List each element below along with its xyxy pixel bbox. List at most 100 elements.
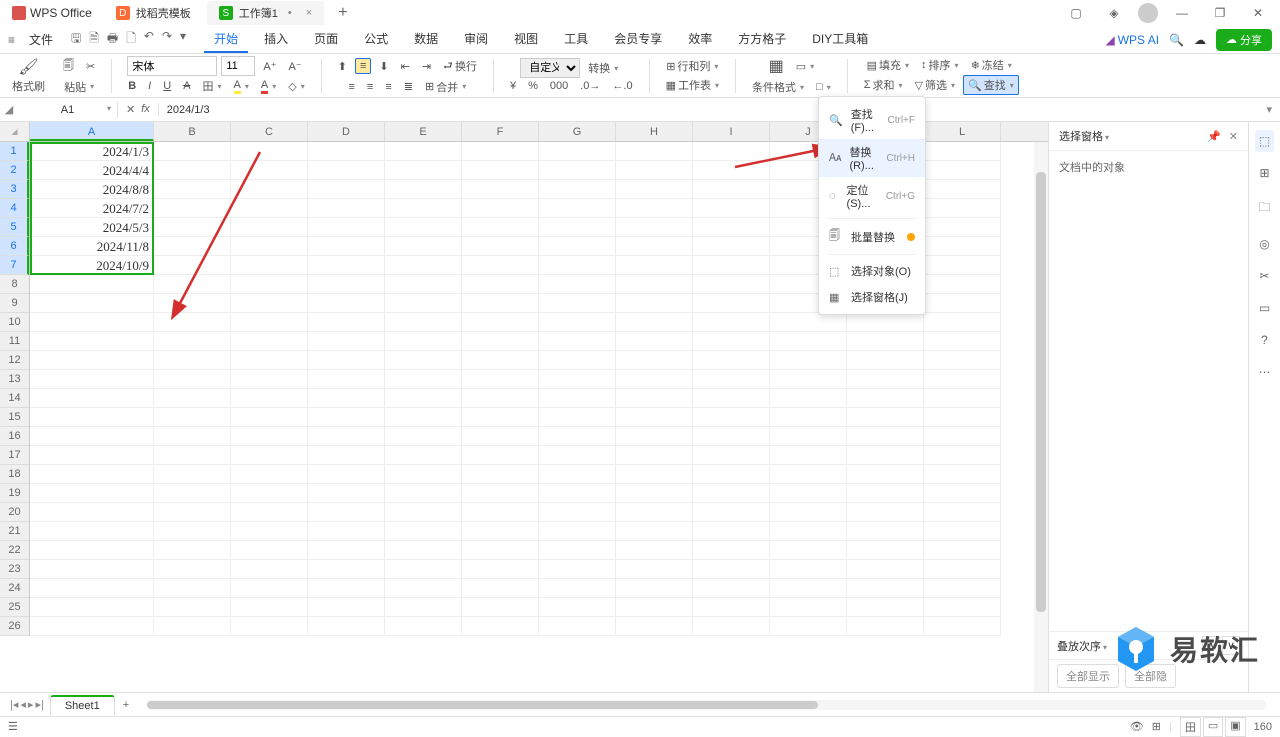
cell[interactable] — [231, 351, 308, 370]
indent-inc-icon[interactable]: ⇥ — [418, 59, 435, 74]
cell[interactable] — [616, 294, 693, 313]
column-header[interactable]: H — [616, 122, 693, 141]
row-header[interactable]: 2 — [0, 161, 29, 180]
cell[interactable] — [616, 617, 693, 636]
cell[interactable] — [770, 484, 847, 503]
cell[interactable] — [616, 446, 693, 465]
cell[interactable] — [847, 617, 924, 636]
cell[interactable] — [154, 142, 231, 161]
find-menu-item[interactable]: ⬚选择对象(O) — [819, 258, 925, 284]
cell[interactable] — [30, 370, 154, 389]
cell[interactable] — [385, 237, 462, 256]
font-size-input[interactable] — [221, 56, 255, 76]
cell[interactable] — [847, 370, 924, 389]
cell[interactable] — [539, 313, 616, 332]
cell[interactable] — [30, 313, 154, 332]
row-header[interactable]: 9 — [0, 294, 29, 313]
cell[interactable] — [308, 142, 385, 161]
cell[interactable]: 2024/10/9 — [30, 256, 154, 275]
align-middle-icon[interactable]: ≡ — [355, 58, 371, 74]
increase-font-icon[interactable]: A⁺ — [259, 59, 280, 74]
cell[interactable] — [924, 161, 1001, 180]
analyze-icon[interactable]: ◎ — [1255, 233, 1273, 255]
cell[interactable] — [616, 484, 693, 503]
cell[interactable] — [462, 218, 539, 237]
cell[interactable] — [308, 199, 385, 218]
cell[interactable] — [924, 446, 1001, 465]
cell[interactable] — [231, 446, 308, 465]
cell[interactable] — [462, 275, 539, 294]
cell[interactable] — [30, 465, 154, 484]
cell[interactable] — [308, 446, 385, 465]
cell[interactable] — [847, 598, 924, 617]
ribbon-tab[interactable]: 效率 — [678, 26, 722, 53]
normal-view-icon[interactable]: 田 — [1180, 717, 1201, 737]
cell[interactable] — [770, 503, 847, 522]
cell[interactable] — [385, 465, 462, 484]
cell[interactable] — [693, 408, 770, 427]
cell[interactable] — [154, 180, 231, 199]
column-header[interactable]: B — [154, 122, 231, 141]
cell[interactable] — [231, 218, 308, 237]
cancel-fx-icon[interactable]: ✕ — [126, 103, 135, 116]
cell[interactable] — [616, 522, 693, 541]
cell[interactable] — [924, 427, 1001, 446]
cell[interactable] — [616, 389, 693, 408]
cell[interactable] — [231, 256, 308, 275]
row-header[interactable]: 10 — [0, 313, 29, 332]
break-view-icon[interactable]: ▣ — [1225, 717, 1245, 737]
cell[interactable] — [385, 218, 462, 237]
fill-color-icon[interactable]: ◇ — [284, 79, 308, 94]
cell[interactable] — [231, 617, 308, 636]
cell[interactable] — [385, 351, 462, 370]
column-header[interactable]: D — [308, 122, 385, 141]
cell[interactable] — [231, 408, 308, 427]
cell[interactable] — [30, 351, 154, 370]
cell[interactable] — [693, 332, 770, 351]
cell[interactable] — [385, 370, 462, 389]
row-header[interactable]: 13 — [0, 370, 29, 389]
cell[interactable] — [385, 313, 462, 332]
column-header[interactable]: E — [385, 122, 462, 141]
form-icon[interactable]: ▭ — [1255, 297, 1274, 319]
cell[interactable] — [616, 256, 693, 275]
cell[interactable] — [462, 351, 539, 370]
cell[interactable] — [154, 351, 231, 370]
find-menu-item[interactable]: 🗛替换(R)...Ctrl+H — [819, 139, 925, 177]
cell[interactable] — [385, 560, 462, 579]
cell[interactable] — [462, 237, 539, 256]
cube-icon[interactable]: ◈ — [1100, 3, 1128, 23]
cell[interactable] — [385, 294, 462, 313]
hamburger-icon[interactable]: ≡ — [8, 33, 15, 47]
formula-expand-icon[interactable]: ▾ — [1258, 103, 1280, 116]
cell[interactable] — [154, 503, 231, 522]
cell[interactable] — [231, 560, 308, 579]
distribute-icon[interactable]: ≣ — [400, 79, 417, 94]
cell-style-icon[interactable]: ▭ — [792, 59, 818, 74]
horizontal-scrollbar[interactable] — [147, 700, 1266, 710]
cell[interactable] — [539, 142, 616, 161]
cell[interactable] — [924, 351, 1001, 370]
properties-icon[interactable]: ⊞ — [1255, 162, 1273, 184]
paste-button[interactable]: 粘贴 — [60, 78, 98, 96]
comma-icon[interactable]: 000 — [546, 79, 572, 93]
cell[interactable] — [462, 484, 539, 503]
worksheet-button[interactable]: ▦ 工作表 — [662, 76, 723, 94]
cell[interactable] — [616, 370, 693, 389]
sum-button[interactable]: Σ 求和 — [860, 76, 907, 94]
row-header[interactable]: 8 — [0, 275, 29, 294]
cell[interactable] — [693, 142, 770, 161]
cell[interactable] — [30, 617, 154, 636]
rowcol-button[interactable]: ⊞ 行和列 — [662, 57, 722, 75]
cell[interactable] — [154, 446, 231, 465]
cell[interactable] — [154, 275, 231, 294]
cell[interactable] — [154, 579, 231, 598]
cell[interactable] — [770, 560, 847, 579]
cell[interactable] — [924, 370, 1001, 389]
dec-dec-icon[interactable]: ←.0 — [608, 79, 636, 93]
cell[interactable] — [154, 617, 231, 636]
cell[interactable] — [308, 389, 385, 408]
cell[interactable] — [308, 237, 385, 256]
cell[interactable] — [30, 275, 154, 294]
cell[interactable] — [231, 484, 308, 503]
